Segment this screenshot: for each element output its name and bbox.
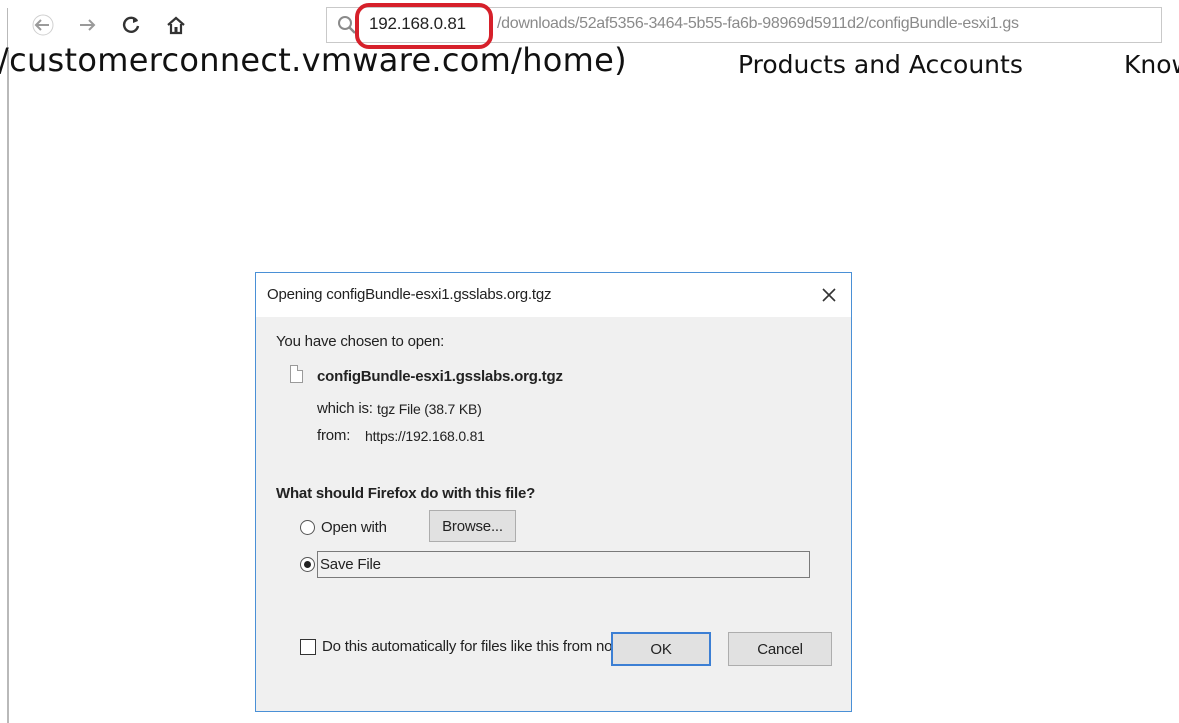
file-name: configBundle-esxi1.gsslabs.org.tgz xyxy=(317,368,563,385)
from-value: https://192.168.0.81 xyxy=(365,428,485,444)
close-icon xyxy=(822,288,836,302)
from-label: from: xyxy=(317,427,351,444)
chosen-label: You have chosen to open: xyxy=(276,333,445,350)
which-is-value: tgz File (38.7 KB) xyxy=(377,401,482,417)
open-with-radio[interactable] xyxy=(300,520,315,535)
nav-knowledge[interactable]: Know xyxy=(1124,50,1179,79)
dialog-close-button[interactable] xyxy=(815,281,843,309)
open-file-dialog: Opening configBundle-esxi1.gsslabs.org.t… xyxy=(255,272,852,712)
save-file-label[interactable]: Save File xyxy=(320,556,381,573)
question-heading: What should Firefox do with this file? xyxy=(276,485,536,502)
search-icon xyxy=(338,16,356,34)
url-path: /downloads/52af5356-3464-5b55-fa6b-98969… xyxy=(497,15,1019,32)
dialog-body: You have chosen to open: configBundle-es… xyxy=(256,317,851,711)
reload-button[interactable] xyxy=(114,8,148,42)
dialog-title: Opening configBundle-esxi1.gsslabs.org.t… xyxy=(267,286,552,303)
browse-button[interactable]: Browse... xyxy=(429,510,516,542)
reload-icon xyxy=(122,16,140,33)
which-is-label: which is: xyxy=(317,400,373,417)
auto-label[interactable]: Do this automatically for files like thi… xyxy=(322,638,647,655)
arrow-right-icon xyxy=(80,19,96,31)
ok-button[interactable]: OK xyxy=(611,632,711,666)
file-icon xyxy=(290,365,303,383)
cancel-button[interactable]: Cancel xyxy=(728,632,832,666)
nav-products-and-accounts[interactable]: Products and Accounts xyxy=(738,50,1023,79)
auto-checkbox[interactable] xyxy=(300,639,316,655)
forward-button[interactable] xyxy=(71,8,105,42)
home-icon xyxy=(167,16,185,35)
page-left-border xyxy=(0,8,9,723)
arrow-left-icon xyxy=(32,14,54,36)
back-button[interactable] xyxy=(26,8,60,42)
save-file-radio[interactable] xyxy=(300,557,315,572)
home-button[interactable] xyxy=(159,8,193,42)
vmware-url-text: /customerconnect.vmware.com/home) xyxy=(0,41,627,79)
dialog-titlebar: Opening configBundle-esxi1.gsslabs.org.t… xyxy=(256,273,851,317)
save-file-option[interactable] xyxy=(317,551,810,578)
open-with-label[interactable]: Open with xyxy=(321,519,387,536)
